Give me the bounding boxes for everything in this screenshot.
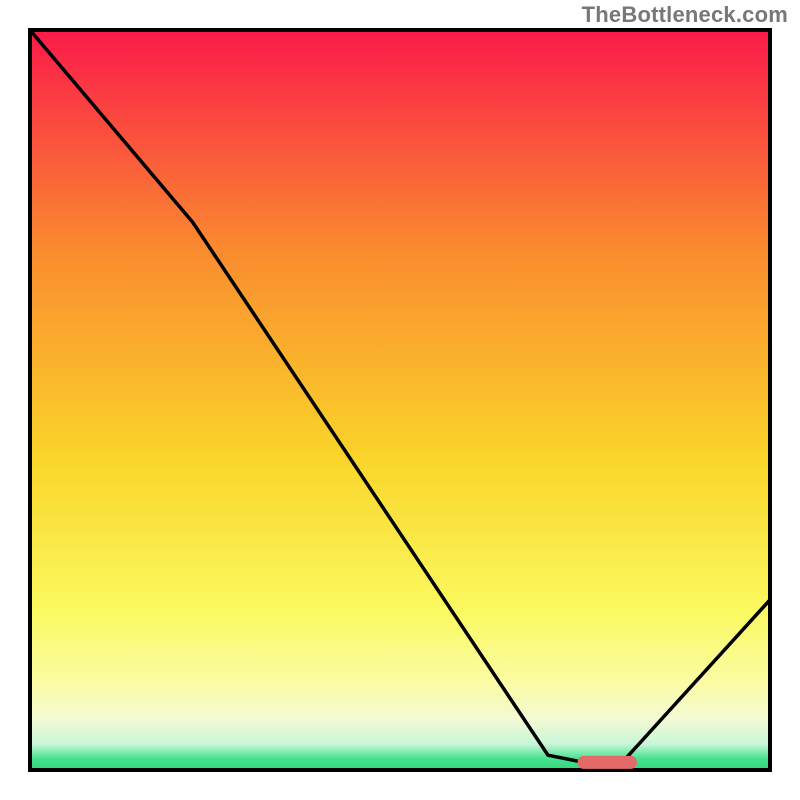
plot-area (30, 30, 770, 770)
gradient-background (30, 30, 770, 770)
watermark: TheBottleneck.com (582, 2, 788, 28)
bottleneck-chart (0, 0, 800, 800)
optimal-range-marker (578, 756, 637, 769)
chart-wrap: { "watermark": "TheBottleneck.com", "col… (0, 0, 800, 800)
